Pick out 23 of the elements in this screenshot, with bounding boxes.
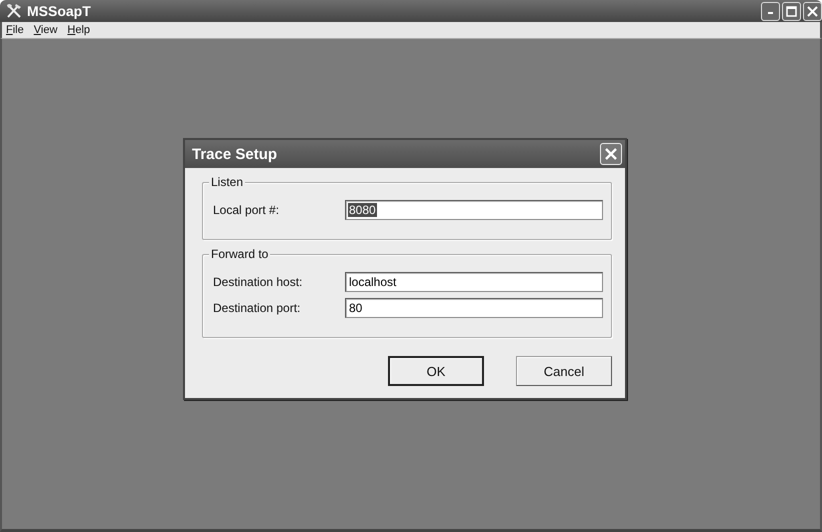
input-field[interactable]: localhost [345,272,603,292]
group-title: Forward to [209,247,270,261]
input-field[interactable]: 80 [345,298,603,318]
field-label: Destination port: [213,301,302,315]
menu-item[interactable]: View [34,24,58,36]
maximize-icon [786,6,797,16]
minimize-button[interactable] [761,2,780,20]
maximize-button[interactable] [782,2,801,20]
field-label: Local port #: [213,203,280,217]
menu-item[interactable]: File [6,24,24,36]
field-label: Destination host: [213,275,304,289]
group-title: Listen [209,175,246,189]
input-field[interactable]: 8080 [345,200,603,220]
dialog-button[interactable]: Cancel [516,356,612,386]
close-icon [807,6,818,16]
window-title: MSSoapT [27,3,92,19]
menu-item[interactable]: Help [67,24,90,36]
dialog-button[interactable]: OK [388,356,484,386]
tools-icon [5,3,23,19]
close-button[interactable] [803,2,822,20]
close-icon [605,148,617,160]
close-button[interactable] [600,143,622,165]
dialog-title: Trace Setup [192,146,278,162]
